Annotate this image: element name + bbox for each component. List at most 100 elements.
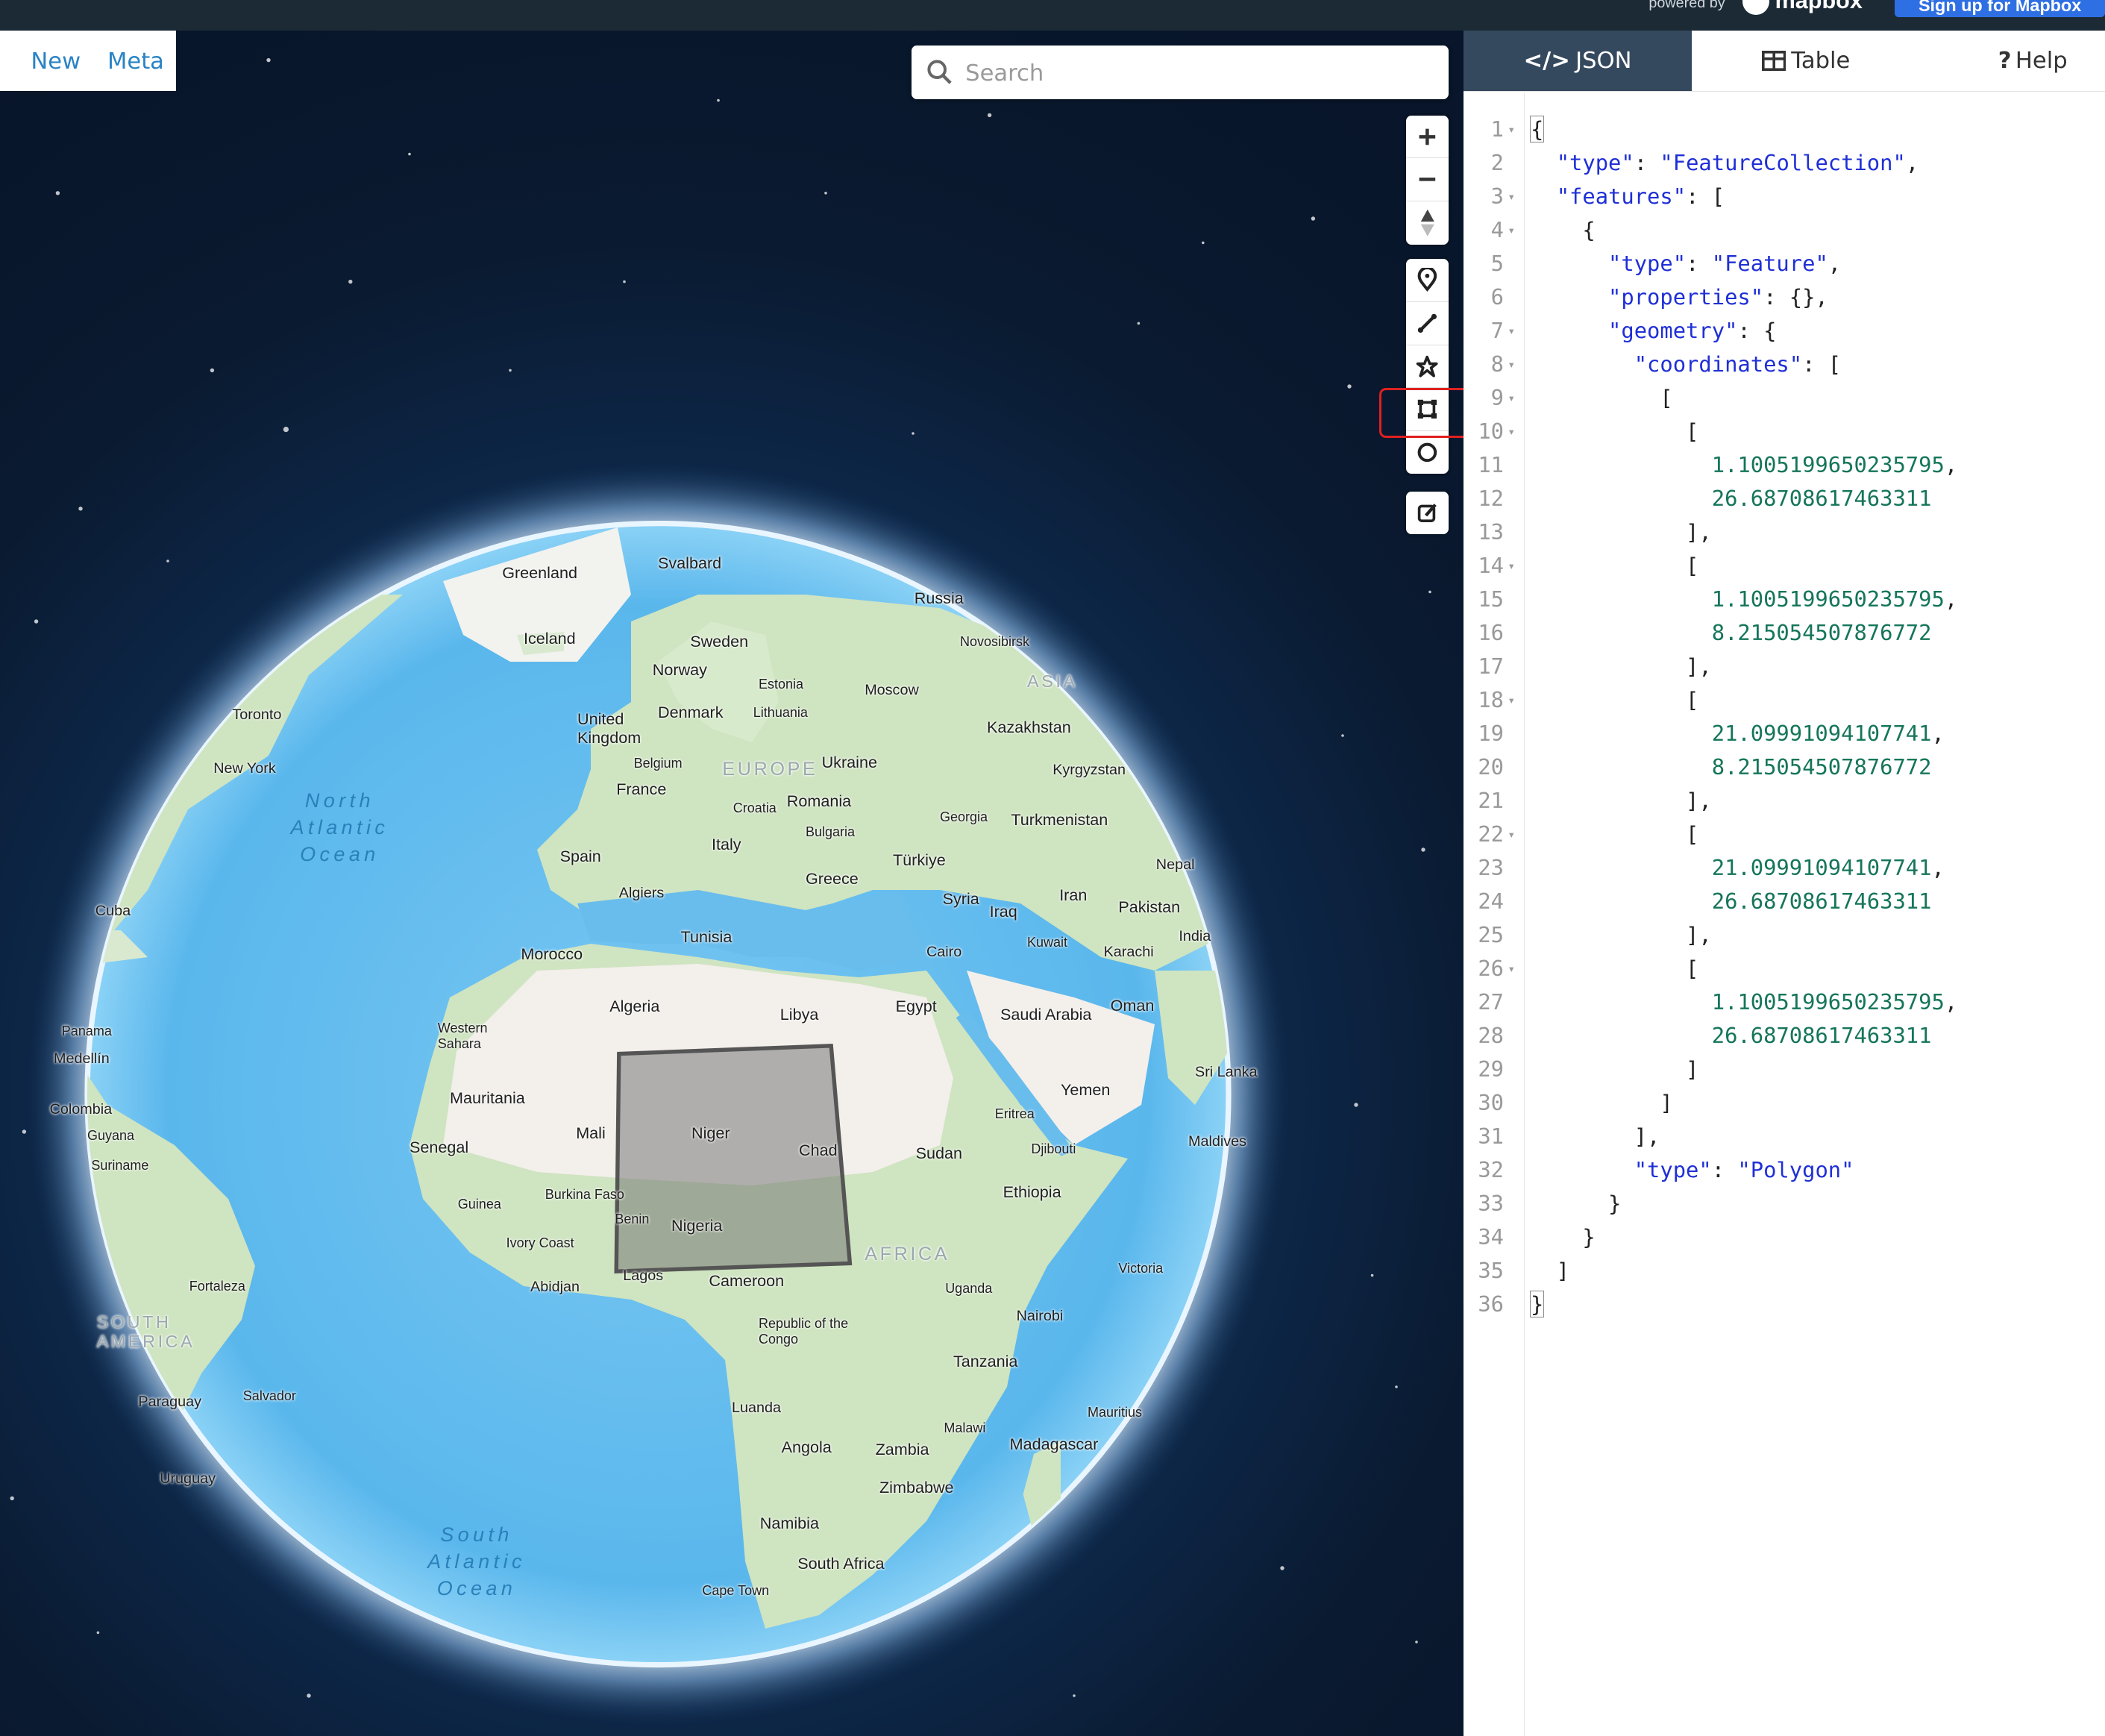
map-label: Oman bbox=[1110, 995, 1155, 1015]
fold-arrow-icon[interactable]: ▾ bbox=[1508, 314, 1518, 348]
code-line: } bbox=[1530, 1291, 1545, 1318]
map-label: Angola bbox=[781, 1437, 832, 1456]
fold-arrow-icon[interactable]: ▾ bbox=[1508, 549, 1518, 583]
line-icon bbox=[1417, 313, 1437, 333]
code-line: "features": [ bbox=[1556, 184, 1725, 210]
map-label: Cuba bbox=[95, 902, 131, 919]
polygon-icon bbox=[1416, 355, 1438, 377]
rectangle-tool-highlight bbox=[1378, 388, 1476, 438]
code-line: 26.68708617463311 bbox=[1711, 889, 1932, 915]
search-icon bbox=[927, 60, 952, 85]
map-label: Spain bbox=[559, 846, 601, 865]
fold-arrow-icon[interactable]: ▾ bbox=[1508, 952, 1518, 985]
map-label: Iceland bbox=[524, 629, 576, 648]
draw-polygon-button[interactable] bbox=[1405, 345, 1449, 389]
map-label: Syria bbox=[942, 889, 979, 909]
map-label: Morocco bbox=[521, 944, 583, 964]
line-number: 12 bbox=[1478, 486, 1504, 512]
line-number: 7 bbox=[1490, 318, 1504, 344]
code-line: ], bbox=[1531, 922, 1712, 948]
tab-help[interactable]: ? Help bbox=[1960, 31, 2105, 91]
map-label: Mauritius bbox=[1088, 1404, 1143, 1420]
line-number: 25 bbox=[1478, 922, 1504, 948]
fold-arrow-icon[interactable]: ▾ bbox=[1508, 180, 1518, 213]
map-label: Djibouti bbox=[1031, 1141, 1076, 1156]
fold-arrow-icon[interactable]: ▾ bbox=[1508, 348, 1518, 381]
map-label: AFRICA bbox=[865, 1243, 950, 1265]
map-label: Algeria bbox=[609, 997, 660, 1016]
map-label: Sri Lanka bbox=[1195, 1063, 1258, 1080]
code-line: [ bbox=[1531, 553, 1699, 579]
json-editor[interactable]: 1 ▾ 2 3 ▾ 4 ▾ 5 6 7 ▾ 8 ▾ 9 ▾ 10 ▾ 11 12 13 14 ▾ 15 16 17 18 ▾ 19 20… bbox=[1464, 93, 2105, 1736]
zoom-in-button[interactable] bbox=[1405, 116, 1449, 159]
map-label: Namibia bbox=[759, 1514, 819, 1533]
map-label: Sweden bbox=[690, 631, 749, 651]
line-number: 35 bbox=[1478, 1258, 1504, 1284]
table-icon bbox=[1761, 51, 1786, 72]
line-number: 10 bbox=[1478, 419, 1504, 445]
map-label: Ivory Coast bbox=[506, 1235, 574, 1250]
meta-menu-item[interactable]: Meta bbox=[107, 48, 164, 75]
map-label: Kyrgyzstan bbox=[1052, 761, 1126, 778]
line-number: 16 bbox=[1478, 620, 1504, 646]
map-label: Ethiopia bbox=[1003, 1182, 1061, 1201]
fold-arrow-icon[interactable]: ▾ bbox=[1508, 213, 1518, 247]
map-label: Sudan bbox=[915, 1143, 962, 1162]
help-icon: ? bbox=[1998, 48, 2012, 75]
code-line: [ bbox=[1531, 385, 1673, 411]
map-label: Yemen bbox=[1061, 1079, 1111, 1099]
line-number: 6 bbox=[1490, 284, 1504, 310]
map-label: Belgium bbox=[633, 756, 683, 771]
fold-arrow-icon[interactable]: ▾ bbox=[1508, 415, 1518, 448]
map-label: New York bbox=[213, 759, 276, 777]
tab-table[interactable]: Table bbox=[1692, 31, 1920, 91]
map-label: Georgia bbox=[940, 809, 988, 825]
signup-button[interactable]: Sign up for Mapbox bbox=[1894, 0, 2105, 18]
map-label: Tanzania bbox=[953, 1351, 1018, 1370]
fold-arrow-icon[interactable]: ▾ bbox=[1508, 113, 1518, 146]
powered-by-label: powered by bbox=[1648, 0, 1725, 11]
fold-arrow-icon[interactable]: ▾ bbox=[1508, 818, 1518, 851]
fold-arrow-icon[interactable]: ▾ bbox=[1508, 683, 1518, 717]
map-label: Iraq bbox=[989, 901, 1017, 921]
line-number: 27 bbox=[1478, 989, 1504, 1015]
map-label: Pakistan bbox=[1118, 897, 1181, 917]
map-label: Bulgaria bbox=[806, 824, 856, 840]
tab-help-label: Help bbox=[2015, 48, 2068, 75]
map-label: Uganda bbox=[945, 1281, 993, 1297]
code-line: ], bbox=[1531, 788, 1712, 814]
line-number: 36 bbox=[1478, 1291, 1504, 1317]
ocean-label: South Atlantic Ocean bbox=[427, 1523, 526, 1600]
map-canvas[interactable]: Greenland Svalbard Russia Iceland Sweden Norw… bbox=[0, 31, 1464, 1736]
code-line: [ bbox=[1531, 687, 1699, 713]
map-label: Chad bbox=[799, 1140, 838, 1159]
map-label: Fortaleza bbox=[189, 1278, 245, 1294]
map-label: Cairo bbox=[926, 944, 962, 961]
map-label: Svalbard bbox=[658, 554, 722, 573]
new-menu-item[interactable]: New bbox=[31, 48, 81, 75]
code-line: 26.68708617463311 bbox=[1711, 1023, 1932, 1049]
edit-features-button[interactable] bbox=[1406, 492, 1449, 535]
tab-json[interactable]: </> JSON bbox=[1464, 31, 1692, 92]
zoom-out-button[interactable] bbox=[1405, 158, 1449, 201]
map-label: Salvador bbox=[242, 1388, 296, 1404]
map-label: Tunisia bbox=[680, 927, 732, 946]
globe[interactable] bbox=[0, 31, 1464, 1736]
code-line: 8.215054507876772 bbox=[1711, 620, 1932, 646]
draw-line-button[interactable] bbox=[1405, 302, 1449, 345]
draw-control bbox=[1405, 259, 1449, 474]
code-icon: </> bbox=[1523, 48, 1570, 75]
line-number: 2 bbox=[1490, 150, 1504, 176]
map-label: Romania bbox=[786, 791, 852, 810]
line-number: 4 bbox=[1490, 217, 1504, 243]
search-input[interactable] bbox=[962, 53, 1438, 94]
compass-button[interactable] bbox=[1406, 201, 1449, 245]
panel-tabs: </> JSON Table ? Help bbox=[1464, 31, 2105, 93]
code-line: "type": "Feature", bbox=[1608, 251, 1842, 277]
line-number: 32 bbox=[1478, 1157, 1504, 1183]
line-number: 1 bbox=[1490, 116, 1504, 142]
draw-point-button[interactable] bbox=[1405, 259, 1449, 302]
fold-arrow-icon[interactable]: ▾ bbox=[1508, 381, 1518, 415]
map-label: Saudi Arabia bbox=[1000, 1005, 1092, 1024]
map-label: India bbox=[1179, 927, 1211, 944]
